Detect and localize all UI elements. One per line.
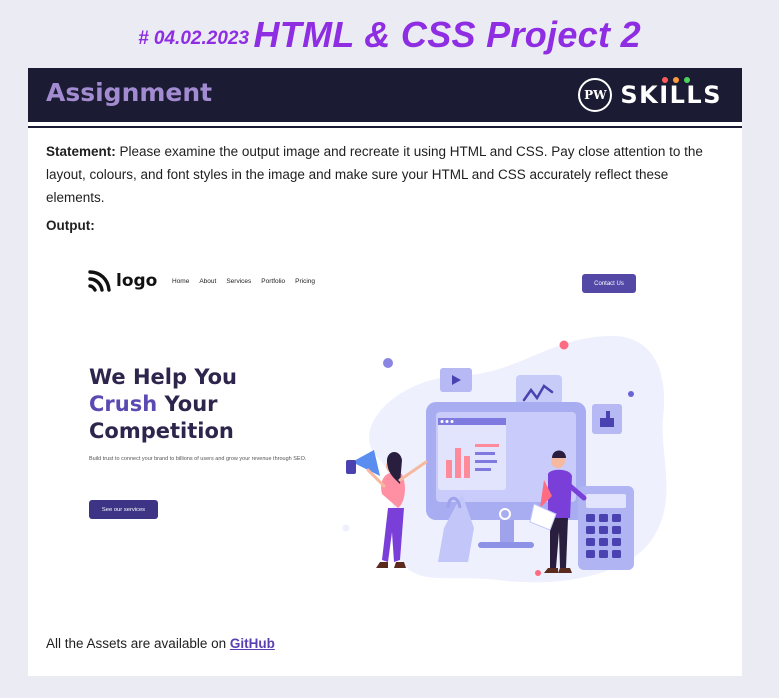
assignment-card: Assignment PW SKILLS Statement: Please e…: [28, 68, 742, 676]
github-link[interactable]: GitHub: [230, 636, 275, 651]
hero-heading: We Help You Crush Your Competition: [89, 364, 237, 445]
assignment-banner: Assignment PW SKILLS: [28, 68, 742, 122]
heading-title: HTML & CSS Project 2: [253, 14, 641, 55]
output-image: logo Home About Services Portfolio Prici…: [28, 258, 742, 618]
red-dot: [662, 77, 669, 83]
hero-subtext: Build trust to connect your brand to bil…: [89, 456, 307, 462]
nav-about[interactable]: About: [199, 278, 216, 285]
green-dot: [684, 77, 691, 83]
mock-nav: Home About Services Portfolio Pricing: [172, 278, 315, 285]
statement-text: Please examine the output image and recr…: [46, 144, 703, 205]
heading-date: # 04.02.2023: [138, 28, 250, 49]
hero-accent: Crush: [89, 392, 158, 416]
hero-line-2-rest: Your: [157, 392, 218, 416]
assets-note: All the Assets are available on GitHub: [46, 636, 275, 651]
nav-pricing[interactable]: Pricing: [295, 278, 315, 285]
logo-mark-icon: [88, 270, 111, 292]
statement-paragraph: Statement: Please examine the output ima…: [46, 140, 726, 209]
pw-logo-icon: PW: [578, 78, 613, 112]
skills-text: SKILLS: [620, 81, 722, 109]
hero-line-3: Competition: [89, 419, 234, 443]
output-label: Output:: [46, 218, 95, 233]
divider: [28, 126, 742, 128]
pw-skills-logo: PW SKILLS: [578, 77, 722, 113]
illustration: [342, 335, 667, 583]
hero-line-2: Crush Your: [89, 391, 237, 418]
nav-home[interactable]: Home: [172, 278, 189, 285]
skills-wordmark: SKILLS: [620, 77, 722, 109]
statement-label: Statement:: [46, 144, 116, 159]
assets-text: All the Assets are available on: [46, 636, 230, 651]
orange-dot: [673, 77, 680, 83]
hero-line-1: We Help You: [89, 365, 237, 389]
see-services-button[interactable]: See our services: [89, 500, 158, 519]
mock-logo: logo: [88, 270, 157, 292]
page-heading: # 04.02.2023 HTML & CSS Project 2: [0, 14, 779, 56]
contact-us-button[interactable]: Contact Us: [582, 274, 636, 293]
banner-title: Assignment: [46, 78, 213, 107]
nav-portfolio[interactable]: Portfolio: [261, 278, 285, 285]
brand-dots: [662, 77, 691, 83]
nav-services[interactable]: Services: [226, 278, 251, 285]
logo-text: logo: [116, 271, 158, 291]
